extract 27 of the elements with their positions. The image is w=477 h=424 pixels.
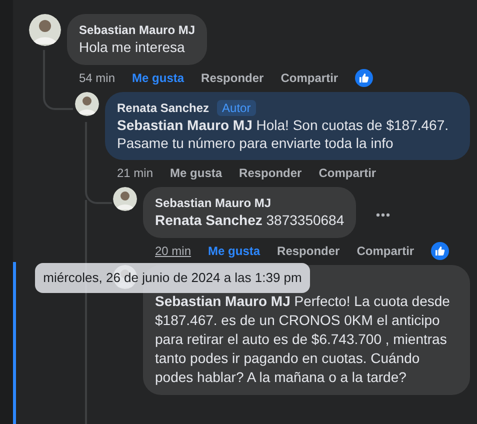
date-tooltip: miércoles, 26 de junio de 2024 a las 1:39 pm [35, 263, 310, 293]
comment-text: Sebastian Mauro MJ Hola! Son cuotas de $187.467. Pasame tu número para enviarte toda la info [117, 116, 450, 152]
author-badge: Autor [217, 100, 256, 116]
action-link[interactable]: Me gusta [170, 166, 222, 180]
action-link[interactable]: Compartir [318, 166, 376, 180]
action-link[interactable]: Me gusta [208, 244, 260, 258]
author-name[interactable]: Sebastian Mauro MJ [155, 195, 272, 211]
timestamp-link[interactable]: 21 min [117, 166, 154, 180]
timestamp-link[interactable]: 20 min [155, 244, 192, 258]
action-link[interactable]: Compartir [356, 244, 414, 258]
action-link[interactable]: Responder [239, 166, 302, 180]
action-link[interactable]: Compartir [280, 71, 338, 85]
author-name[interactable]: Renata Sanchez [117, 100, 210, 116]
action-link[interactable]: Me gusta [132, 71, 184, 85]
avatar-icon[interactable] [29, 14, 61, 46]
comment-text: Sebastian Mauro MJ Perfecto! La cuota desde $187.467. es de un CRONOS 0KM el anticipo para retirar el auto es de $6.743.700 , mientras tanto podes ir pagando en cuotas. Cuándo podes hablar? A la mañana o a la tarde? [155, 292, 451, 387]
author-name[interactable]: Sebastian Mauro MJ [79, 22, 196, 38]
comment-text: Renata Sanchez 3873350684 [155, 211, 344, 230]
action-link[interactable]: Responder [277, 244, 340, 258]
like-reaction-icon[interactable] [355, 69, 374, 87]
action-link[interactable]: Responder [201, 71, 264, 85]
like-reaction-icon[interactable] [431, 242, 450, 260]
timestamp-link[interactable]: 54 min [79, 71, 116, 85]
avatar-icon[interactable] [75, 92, 99, 116]
avatar-icon[interactable] [113, 187, 137, 211]
comment-text: Hola me interesa [79, 38, 186, 57]
more-options-icon[interactable] [376, 213, 390, 217]
